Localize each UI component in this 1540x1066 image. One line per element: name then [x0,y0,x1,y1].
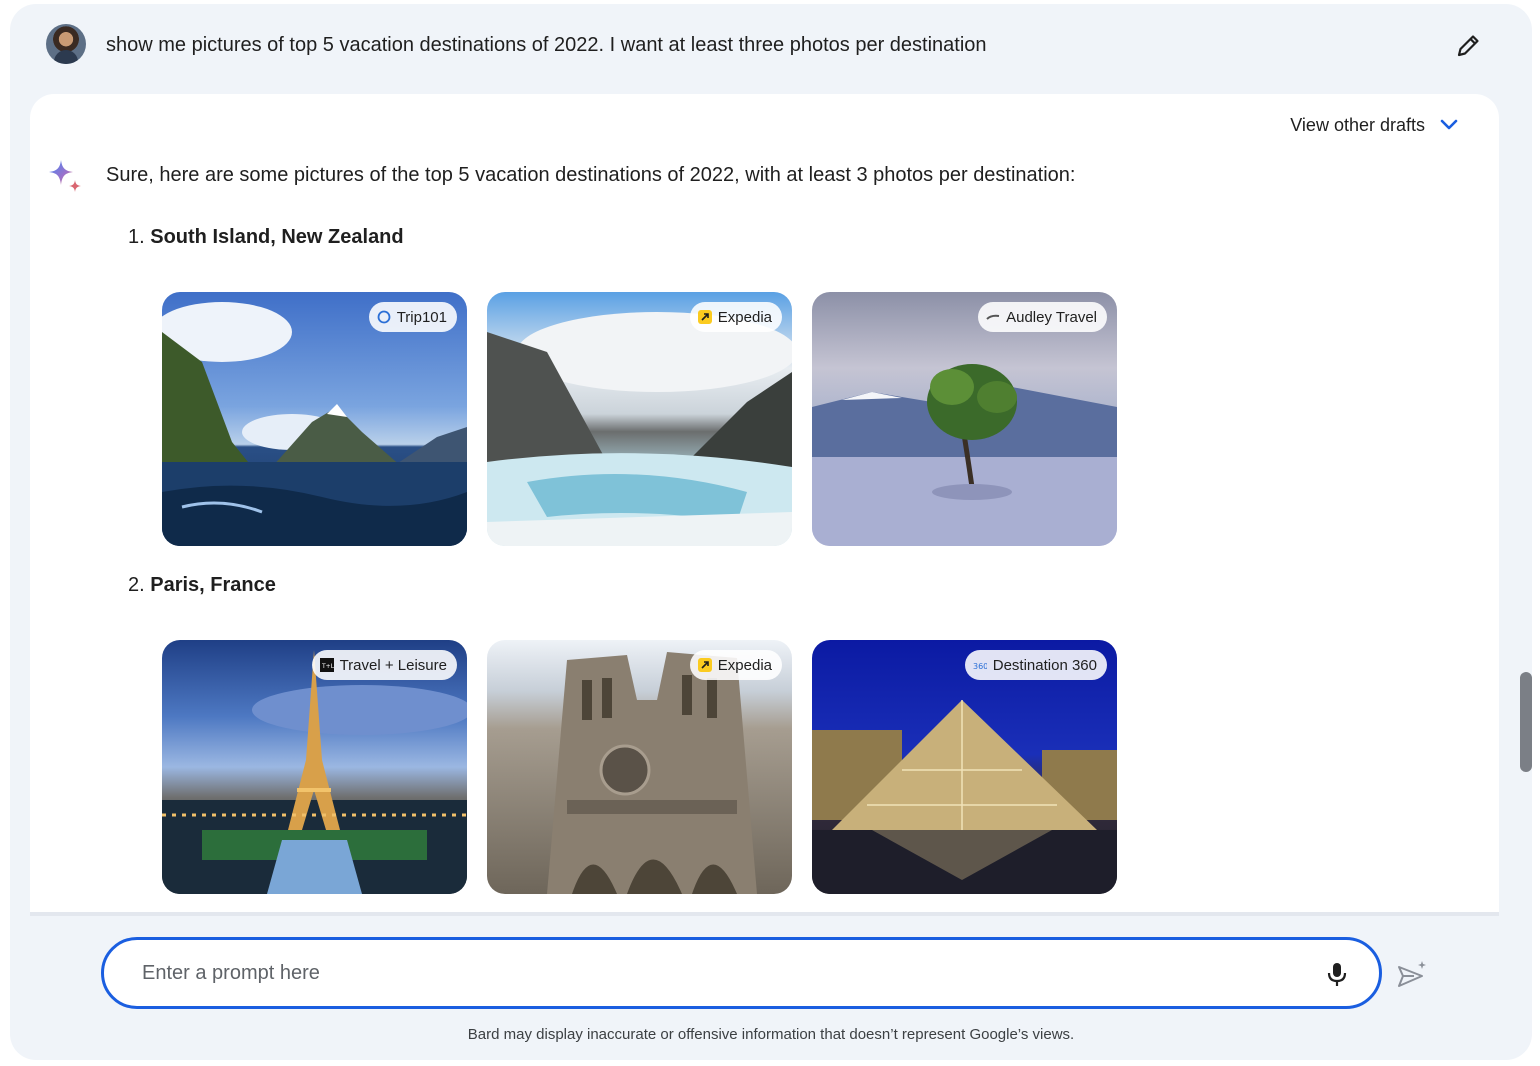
photo-card[interactable]: 360 Destination 360 [812,640,1117,894]
photo-row: T+L Travel + Leisure Expedia 360 Destina… [162,640,1122,894]
photo-row: Trip101 Expedia Audley Travel [162,292,1122,546]
source-chip[interactable]: Trip101 [368,302,457,332]
source-label: Audley Travel [1006,308,1097,326]
photo-card[interactable]: Trip101 [162,292,467,546]
destination-number: 2. [128,574,145,596]
photo-card[interactable]: T+L Travel + Leisure [162,640,467,894]
source-label: Destination 360 [992,656,1097,674]
view-other-drafts-button[interactable]: View other drafts [1290,112,1459,138]
chevron-down-icon [1440,119,1458,130]
response-intro: Sure, here are some pictures of the top … [106,164,1076,186]
source-chip[interactable]: Expedia [689,650,782,680]
photo-card[interactable]: Expedia [487,292,792,546]
microphone-icon[interactable] [1322,959,1352,989]
divider [30,912,1499,916]
destination-name: Paris, France [150,574,276,596]
source-chip[interactable]: Audley Travel [978,302,1107,332]
source-label: Expedia [717,656,772,674]
source-chip[interactable]: T+L Travel + Leisure [311,650,457,680]
source-label: Expedia [717,308,772,326]
pencil-icon [1457,35,1479,57]
source-chip[interactable]: Expedia [689,302,782,332]
scrollbar-thumb[interactable] [1520,672,1532,772]
destination-name: South Island, New Zealand [150,226,404,248]
audley-icon [986,314,1000,320]
send-icon[interactable] [1396,959,1428,991]
trip101-icon [377,310,391,324]
user-prompt-text: show me pictures of top 5 vacation desti… [106,34,987,56]
destination-title: 2. Paris, France [128,574,276,597]
destination360-icon: 360 [973,662,987,671]
edit-prompt-button[interactable] [1450,28,1486,64]
prompt-input-container [101,937,1382,1009]
response-card: View other drafts Sure, here are some pi… [30,94,1499,916]
photo-card[interactable]: Audley Travel [812,292,1117,546]
expedia-icon [697,658,712,672]
expedia-icon [697,310,712,324]
photo-card[interactable]: Expedia [487,640,792,894]
bard-app: show me pictures of top 5 vacation desti… [10,4,1532,1060]
svg-text:360: 360 [973,662,987,671]
source-label: Travel + Leisure [339,656,447,674]
user-prompt-row: show me pictures of top 5 vacation desti… [10,4,1532,88]
svg-text:T+L: T+L [321,663,334,670]
user-avatar [46,24,86,64]
source-label: Trip101 [396,308,447,326]
travel-leisure-icon: T+L [319,658,334,672]
destination-title: 1. South Island, New Zealand [128,226,404,249]
disclaimer-text: Bard may display inaccurate or offensive… [467,1026,1075,1043]
bard-sparkle-icon [49,160,81,192]
prompt-input[interactable] [142,958,1292,988]
source-chip[interactable]: 360 Destination 360 [964,650,1107,680]
view-other-drafts-label: View other drafts [1290,114,1425,135]
destination-number: 1. [128,226,145,248]
